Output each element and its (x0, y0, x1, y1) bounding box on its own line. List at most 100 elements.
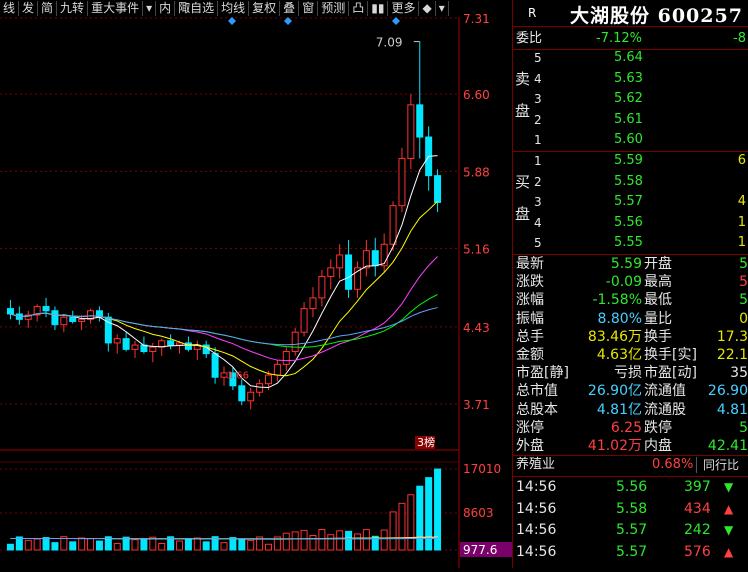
candle-body (346, 255, 352, 289)
stat-value: 17.3 (717, 328, 748, 346)
arrow-down-icon: ▼ (724, 520, 733, 541)
toolbar-item[interactable]: 预测 (318, 1, 349, 16)
stat-value: 亏损 (614, 364, 642, 382)
volume-bar (319, 530, 325, 550)
bid-level-row: 15.596 (512, 151, 748, 171)
level-number: 5 (534, 233, 542, 253)
stat-label: 总股本 (516, 401, 558, 419)
toolbar-item[interactable]: 九转 (57, 1, 88, 16)
toolbar-item[interactable]: 线 (0, 1, 19, 16)
toolbar-item[interactable]: ▾ (143, 1, 156, 16)
volume-bar (159, 543, 165, 550)
ask-side-label: 盘 (515, 100, 530, 121)
volume-bar (43, 538, 49, 550)
toolbar-item[interactable]: 窗 (299, 1, 318, 16)
arrow-down-icon: ▼ (724, 477, 733, 498)
kline-svg[interactable]: 7.316.605.885.164.433.71170108603977.67.… (0, 0, 512, 568)
toolbar-item[interactable]: 重大事件 (88, 1, 143, 16)
toolbar-item[interactable]: 发 (19, 1, 38, 16)
level-price: 5.62 (614, 89, 643, 109)
stat-value: 5 (739, 255, 748, 273)
volume-bar (7, 544, 13, 550)
bid-side-label: 盘 (515, 203, 530, 224)
candle-body (310, 298, 316, 309)
ask-level-row: 15.60 (512, 130, 748, 150)
stat-value: 0 (739, 310, 748, 328)
ask-level-row: 45.63 (512, 69, 748, 89)
stat-label: 换手[实] (644, 346, 697, 364)
stat-row: 总手83.46万换手17.3 (512, 328, 748, 346)
stat-row: 振幅8.80%量比0 (512, 310, 748, 328)
stat-label: 最低 (644, 291, 672, 309)
tick-row: 14:565.57242▼ (512, 520, 748, 541)
level-number: 1 (534, 151, 542, 171)
candle-body (248, 392, 254, 401)
volume-bar (239, 539, 245, 550)
volume-bar (141, 540, 147, 550)
stat-value: 26.90 (708, 382, 748, 400)
level-number: 3 (534, 89, 542, 109)
stat-label: 最新 (516, 255, 544, 273)
volume-bar (328, 535, 334, 550)
toolbar-item[interactable]: 更多 (388, 1, 419, 16)
stat-label: 市盈[静] (516, 364, 569, 382)
arrow-up-icon: ▲ (724, 499, 733, 520)
level-price: 5.64 (614, 48, 643, 68)
stat-label: 涨停 (516, 419, 544, 437)
stat-label: 内盘 (644, 437, 672, 455)
event-diamond-icon[interactable] (392, 17, 400, 25)
candle-body (239, 386, 245, 401)
toolbar-item[interactable]: 复权 (249, 1, 280, 16)
candle-body (132, 345, 138, 349)
stat-label: 换手 (644, 328, 672, 346)
quote-panel: R 大湖股份 600257 委比 -7.12% -8 55.6445.6335.… (512, 0, 748, 568)
candle-body (70, 317, 76, 321)
toolbar-item[interactable]: 内 (156, 1, 175, 16)
volume-bar (70, 542, 76, 550)
toolbar-item[interactable]: 简 (38, 1, 57, 16)
level-price: 5.55 (614, 233, 643, 253)
bid-level-row: 25.58 (512, 172, 748, 192)
tick-price: 5.58 (616, 499, 647, 520)
tick-price: 5.56 (616, 477, 647, 498)
stat-row: 涨停6.25跌停5 (512, 419, 748, 437)
event-diamond-icon[interactable] (228, 17, 236, 25)
volume-tick-label: 977.6 (463, 543, 497, 557)
stat-label: 总手 (516, 328, 544, 346)
candle-body (390, 206, 396, 245)
level-number: 4 (534, 69, 542, 89)
sector-name[interactable]: 养殖业 (516, 455, 555, 475)
toolbar-item[interactable]: ▾ (436, 1, 449, 16)
price-tick-label: 7.31 (463, 12, 490, 26)
candle-body (257, 384, 263, 393)
tick-price: 5.57 (616, 520, 647, 541)
volume-bar (79, 538, 85, 550)
arrow-up-icon: ▲ (724, 542, 733, 563)
stat-row: 最新5.59开盘5 (512, 255, 748, 273)
kline-chart[interactable]: 7.316.605.885.164.433.71170108603977.67.… (0, 0, 512, 568)
toolbar-item[interactable]: 均线 (218, 1, 249, 16)
level-volume: 1 (738, 233, 746, 253)
level-price: 5.63 (614, 69, 643, 89)
candle-body (52, 311, 58, 325)
level-price: 5.59 (614, 151, 643, 171)
level-price: 5.58 (614, 172, 643, 192)
volume-bar (203, 542, 209, 550)
volume-bar (25, 540, 31, 550)
sector-row[interactable]: 养殖业 0.68% 同行比 (512, 455, 748, 475)
level-number: 3 (534, 192, 542, 212)
toolbar-item[interactable]: ◆ (419, 1, 435, 16)
moving-average-line (10, 308, 437, 345)
toolbar-item[interactable]: 叠 (280, 1, 299, 16)
ask-level-row: 25.61 (512, 110, 748, 130)
stat-value: 26.90亿 (588, 382, 642, 400)
peer-compare-button[interactable]: 同行比 (696, 457, 739, 473)
candle-body (43, 306, 49, 310)
candle-body (337, 255, 343, 268)
stat-label: 振幅 (516, 310, 544, 328)
toolbar-item[interactable]: ▮▮ (368, 1, 388, 16)
toolbar-item[interactable]: 陬自选 (175, 1, 218, 16)
toolbar-item[interactable]: 凸 (349, 1, 368, 16)
volume-bar (114, 543, 120, 550)
moving-average-line (10, 201, 437, 375)
